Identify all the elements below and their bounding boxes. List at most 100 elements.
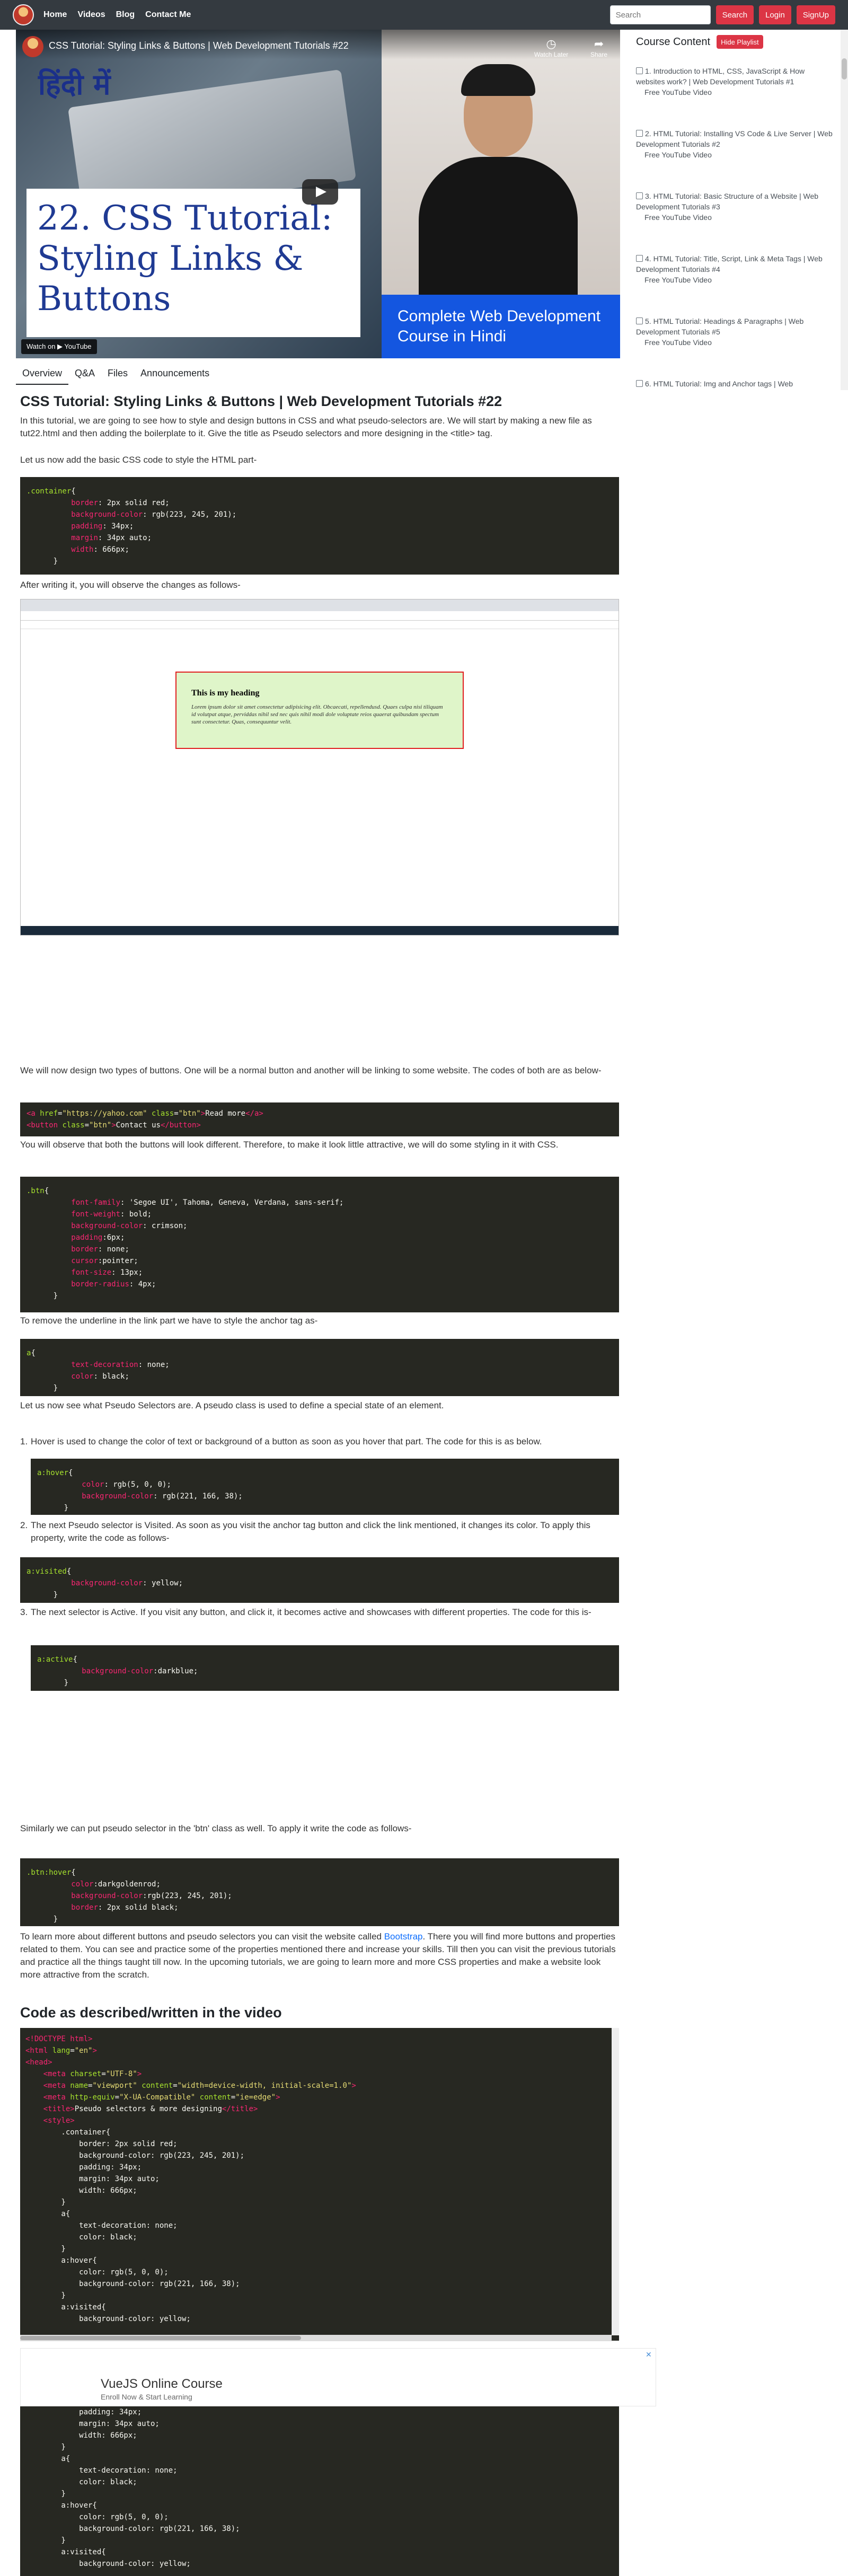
screenshot-page: This is my heading Lorem ipsum dolor sit… [21,629,619,926]
bootstrap-link[interactable]: Bootstrap [384,1931,423,1942]
course-sidebar: Course Content Hide Playlist 1. Introduc… [631,30,848,390]
hindi-title: हिंदी में [38,68,111,101]
playlist-item-label[interactable]: 3. HTML Tutorial: Basic Structure of a W… [636,192,818,211]
sidebar-scroll-thumb[interactable] [842,58,847,80]
screenshot-bookmarks-bar [21,621,619,629]
underline-paragraph: To remove the underline in the link part… [20,1316,318,1326]
nav-link-contact[interactable]: Contact Me [145,10,191,20]
code-block-container: .container{ border: 2px solid red; backg… [20,477,619,575]
playlist-item-sub: Free YouTube Video [644,151,712,159]
code-block-anchor: a{ text-decoration: none; color: black; … [20,1339,619,1396]
playlist-item-sub: Free YouTube Video [644,88,712,96]
nav-link-videos[interactable]: Videos [77,10,105,20]
playlist-item[interactable]: 3. HTML Tutorial: Basic Structure of a W… [636,187,835,249]
playlist-item-sub: Free YouTube Video [644,213,712,222]
signup-button[interactable]: SignUp [796,5,835,24]
share-icon: ➦ [594,37,604,50]
code-block-btn-class: .btn{ font-family: 'Segoe UI', Tahoma, G… [20,1177,619,1312]
playlist-item[interactable]: 5. HTML Tutorial: Headings & Paragraphs … [636,312,835,374]
presenter-hair [461,64,535,96]
checkbox-icon[interactable] [636,255,643,262]
sidebar-header: Course Content Hide Playlist [636,35,763,49]
presenter-body [419,157,578,295]
checkbox-icon[interactable] [636,130,643,137]
playlist-item-label[interactable]: 2. HTML Tutorial: Installing VS Code & L… [636,129,833,148]
tab-qa[interactable]: Q&A [68,364,101,385]
playlist-item-label[interactable]: 5. HTML Tutorial: Headings & Paragraphs … [636,317,803,336]
buttons-paragraph: We will now design two types of buttons.… [20,1065,602,1075]
search-input[interactable] [610,5,711,24]
article-title: CSS Tutorial: Styling Links & Buttons | … [20,393,502,409]
tab-announcements[interactable]: Announcements [134,364,216,385]
after-paragraph: After writing it, you will observe the c… [20,580,241,590]
list-item-text: Hover is used to change the color of tex… [31,1436,542,1446]
nav-right: Search Login SignUp [610,5,835,24]
screenshot-heading: This is my heading [191,689,260,698]
sidebar-title: Course Content [636,36,711,48]
share-button[interactable]: ➦ Share [580,37,617,58]
watch-later-button[interactable]: ◷ Watch Later [533,37,570,58]
nav-link-blog[interactable]: Blog [116,10,135,20]
checkbox-icon[interactable] [636,317,643,324]
browser-screenshot-image: This is my heading Lorem ipsum dolor sit… [20,599,619,936]
tab-files[interactable]: Files [101,364,134,385]
video-player[interactable]: CSS Tutorial: Styling Links & Buttons | … [16,30,620,358]
list-item-active: 3. The next selector is Active. If you vi… [20,1607,591,1617]
channel-avatar[interactable] [22,36,43,57]
playlist-item-sub: Free YouTube Video [644,338,712,347]
source-code-block[interactable]: <!DOCTYPE html> <html lang="en"> <head> … [20,2028,619,2341]
list-item-hover: 1. Hover is used to change the color of t… [20,1436,542,1446]
list-item-visited: 2. The next Pseudo selector is Visited. A… [20,1520,590,1543]
search-button[interactable]: Search [716,5,754,24]
source-code-block-repeat[interactable]: padding: 34px; margin: 34px auto; width:… [20,2406,619,2576]
ad-close-icon[interactable]: ✕ [646,2350,652,2359]
page-scrollbar[interactable] [841,390,848,2576]
title-card: 22. CSS Tutorial: Styling Links & Button… [26,189,360,337]
playlist-item[interactable]: 1. Introduction to HTML, CSS, JavaScript… [636,61,835,124]
hide-playlist-button[interactable]: Hide Playlist [717,35,763,49]
code-block-buttons-html: <a href="https://yahoo.com" class="btn">… [20,1102,619,1136]
checkbox-icon[interactable] [636,192,643,199]
playlist-item[interactable]: 4. HTML Tutorial: Title, Script, Link & … [636,249,835,312]
intro-paragraph: In this tutorial, we are going to see ho… [20,416,592,438]
playlist-item[interactable]: 6. HTML Tutorial: Img and Anchor tags | … [636,374,835,390]
checkbox-icon[interactable] [636,380,643,387]
navbar: Home Videos Blog Contact Me Search Login… [0,0,848,30]
screenshot-container-box: This is my heading Lorem ipsum dolor sit… [175,672,464,749]
sidebar-scrollbar[interactable] [841,30,848,390]
add-css-paragraph: Let us now add the basic CSS code to sty… [20,455,257,465]
share-label: Share [590,51,608,58]
observe-paragraph: You will observe that both the buttons w… [20,1140,559,1150]
source-code-text: <!DOCTYPE html> <html lang="en"> <head> … [25,2035,356,2323]
list-item-text: The next selector is Active. If you visi… [31,1607,591,1617]
bootstrap-text-before: To learn more about different buttons an… [20,1931,384,1942]
source-code-vertical-scrollbar[interactable] [612,2028,619,2335]
pseudo-paragraph: Let us now see what Pseudo Selectors are… [20,1400,444,1410]
brand-logo[interactable] [13,4,34,25]
code-block-hover: a:hover{ color: rgb(5, 0, 0); background… [31,1459,619,1515]
screenshot-body: Lorem ipsum dolor sit amet consectetur a… [191,704,443,725]
playlist-item-label[interactable]: 4. HTML Tutorial: Title, Script, Link & … [636,254,823,274]
ad-title[interactable]: VueJS Online Course [101,2377,223,2392]
ad-subtitle[interactable]: Enroll Now & Start Learning [101,2393,192,2401]
presenter-image [419,61,578,295]
clock-icon: ◷ [546,37,556,50]
playlist: 1. Introduction to HTML, CSS, JavaScript… [636,61,835,390]
screenshot-address-bar [21,611,619,621]
source-code-title: Code as described/written in the video [20,2005,282,2021]
video-title[interactable]: CSS Tutorial: Styling Links & Buttons | … [49,40,349,51]
title-card-text: 22. CSS Tutorial: Styling Links & Button… [37,199,333,319]
login-button[interactable]: Login [759,5,791,24]
playlist-item[interactable]: 2. HTML Tutorial: Installing VS Code & L… [636,124,835,187]
playlist-item-label[interactable]: 1. Introduction to HTML, CSS, JavaScript… [636,67,805,86]
tab-overview[interactable]: Overview [16,364,69,385]
nav-link-home[interactable]: Home [43,10,67,20]
play-button[interactable] [302,179,338,205]
watch-on-youtube[interactable]: Watch on ▶ YouTube [21,339,97,354]
screenshot-taskbar [21,926,619,935]
code-block-active: a:active{ background-color:darkblue; } [31,1645,619,1691]
list-item-text: The next Pseudo selector is Visited. As … [31,1520,590,1543]
source-code-scroll-thumb[interactable] [20,2336,301,2340]
playlist-item-label[interactable]: 6. HTML Tutorial: Img and Anchor tags | … [645,380,793,388]
checkbox-icon[interactable] [636,67,643,74]
